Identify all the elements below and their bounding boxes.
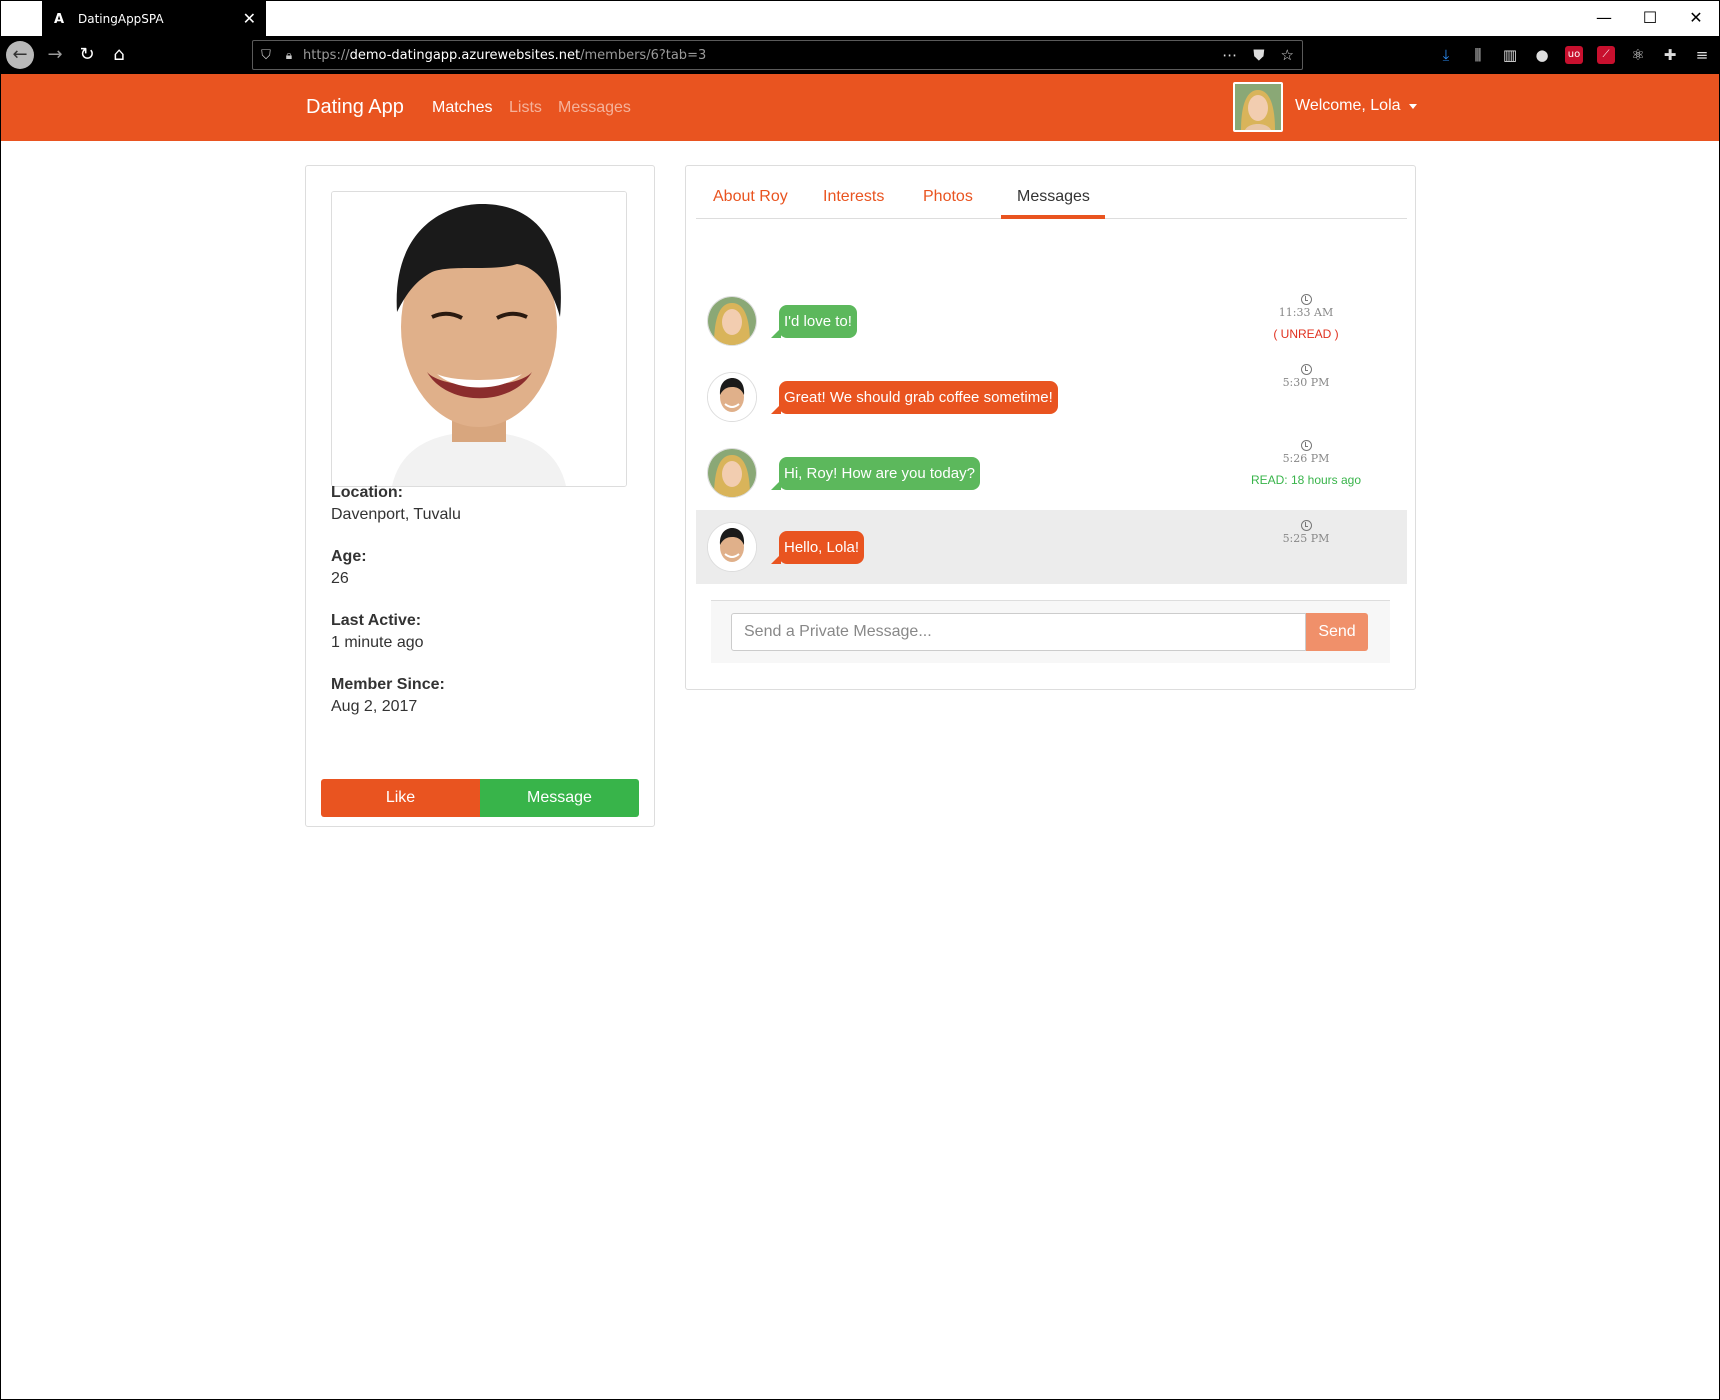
tab-photos[interactable]: Photos [923,188,973,206]
message-meta: 5:26 PM READ: 18 hours ago [1236,440,1376,487]
message-input[interactable] [731,613,1306,651]
url-text[interactable]: https://demo-datingapp.azurewebsites.net… [303,48,706,63]
caret-down-icon [1408,103,1417,109]
last-active-block: Last Active: 1 minute ago [331,612,424,652]
maximize-icon[interactable]: ☐ [1627,1,1673,37]
clock-icon [1300,520,1312,531]
last-active-label: Last Active: [331,612,422,629]
minimize-icon[interactable]: — [1581,1,1627,37]
message-button[interactable]: Message [480,779,639,817]
react-devtools-icon[interactable]: ⚛ [1629,44,1647,66]
last-active-value: 1 minute ago [331,634,424,651]
sender-avatar-roy [707,522,757,572]
user-avatar[interactable] [1233,82,1283,132]
message-time: 5:26 PM [1282,452,1330,465]
shield-icon[interactable]: ⛉ [253,48,279,63]
download-icon[interactable]: ⤓ [1437,44,1455,66]
sender-avatar-roy [707,372,757,422]
message-bubble: I'd love to! [771,305,857,338]
member-since-value: Aug 2, 2017 [331,698,418,715]
message-bubble: Great! We should grab coffee sometime! [771,381,1058,414]
profile-photo [331,191,627,487]
message-meta: 5:30 PM [1236,364,1376,389]
address-bar[interactable]: ⛉ 🔒︎ https://demo-datingapp.azurewebsite… [252,40,1303,70]
location-block: Location: Davenport, Tuvalu [331,484,461,524]
user-dropdown[interactable]: Welcome, Lola [1295,97,1417,115]
active-tab-indicator [1001,215,1105,219]
message-row: Hello, Lola! 5:25 PM [696,510,1407,584]
lock-icon[interactable]: 🔒︎ [279,48,299,63]
like-button[interactable]: Like [321,779,480,817]
ublock-icon[interactable]: uo [1565,46,1583,64]
url-host: demo-datingapp.azurewebsites.net [349,47,581,63]
profile-card: Location: Davenport, Tuvalu Age: 26 Last… [305,165,655,827]
close-window-icon[interactable]: ✕ [1673,1,1719,37]
back-arrow-icon[interactable]: ← [6,41,34,69]
message-time: 5:25 PM [1282,532,1330,545]
member-tabs-card: About Roy Interests Photos Messages I'd … [685,165,1416,690]
home-icon[interactable]: ⌂ [105,41,133,69]
age-label: Age: [331,548,367,565]
app-navbar: Dating App Matches Lists Messages Welcom… [0,74,1720,141]
forward-arrow-icon[interactable]: → [41,41,69,69]
brand-link[interactable]: Dating App [306,96,404,119]
close-tab-icon[interactable]: ✕ [243,9,256,28]
message-time: 5:30 PM [1282,376,1330,389]
page-actions-icon[interactable]: ⋯ [1222,46,1237,64]
sender-avatar-lola [707,296,757,346]
message-time: 11:33 AM [1278,306,1334,319]
nav-matches[interactable]: Matches [432,99,492,117]
tab-about[interactable]: About Roy [713,188,788,206]
angular-icon: A [54,11,65,27]
window-controls: — ☐ ✕ [1581,1,1719,37]
read-status: READ: 18 hours ago [1250,473,1362,487]
age-block: Age: 26 [331,548,367,588]
age-value: 26 [331,570,349,587]
sender-avatar-lola [707,448,757,498]
message-row: Hi, Roy! How are you today? 5:26 PM READ… [696,436,1407,510]
message-meta: 5:25 PM [1236,520,1376,545]
profile-actions: Like Message [321,779,639,817]
compose-area: Send [711,600,1390,663]
member-since-block: Member Since: Aug 2, 2017 [331,676,445,716]
message-meta: 11:33 AM ( UNREAD ) [1236,294,1376,341]
clock-icon [1300,440,1312,451]
message-row: Great! We should grab coffee sometime! 5… [696,360,1407,434]
extension-red-icon[interactable]: ⟋ [1597,46,1615,64]
member-since-label: Member Since: [331,676,445,693]
message-row: I'd love to! 11:33 AM ( UNREAD ) [696,284,1407,358]
nav-messages[interactable]: Messages [558,99,631,117]
tab-title: DatingAppSPA [78,12,164,26]
tab-bar: About Roy Interests Photos Messages [696,176,1407,219]
browser-toolbar: ← → ↻ ⌂ ⛉ 🔒︎ https://demo-datingapp.azur… [0,36,1720,74]
account-icon[interactable]: ● [1533,44,1551,66]
sidebar-icon[interactable]: ▥ [1501,44,1519,66]
nav-lists[interactable]: Lists [509,99,542,117]
tab-interests[interactable]: Interests [823,188,884,206]
unread-status: ( UNREAD ) [1273,327,1339,341]
bookmark-star-icon[interactable]: ☆ [1281,46,1294,64]
library-icon[interactable]: ⫼ [1469,44,1487,66]
welcome-text: Welcome, Lola [1295,97,1401,114]
browser-tab[interactable]: A DatingAppSPA ✕ [42,1,266,37]
menu-icon[interactable]: ≡ [1693,44,1711,66]
clock-icon [1300,364,1312,375]
location-value: Davenport, Tuvalu [331,506,461,523]
browser-titlebar: A DatingAppSPA ✕ — ☐ ✕ [0,0,1720,37]
reload-icon[interactable]: ↻ [73,41,101,69]
browser-extensions: ⤓ ⫼ ▥ ● uo ⟋ ⚛ ✚ ≡ [1437,44,1711,66]
message-bubble: Hello, Lola! [770,531,865,564]
message-bubble: Hi, Roy! How are you today? [771,457,980,490]
send-button[interactable]: Send [1306,613,1368,651]
url-path: /members/6?tab=3 [580,47,707,63]
url-scheme: https:// [303,47,350,63]
clock-icon [1300,294,1312,305]
extensions-icon[interactable]: ✚ [1661,44,1679,66]
pocket-icon[interactable]: ⛊ [1253,46,1264,64]
location-label: Location: [331,484,403,501]
tab-messages[interactable]: Messages [1017,188,1090,206]
